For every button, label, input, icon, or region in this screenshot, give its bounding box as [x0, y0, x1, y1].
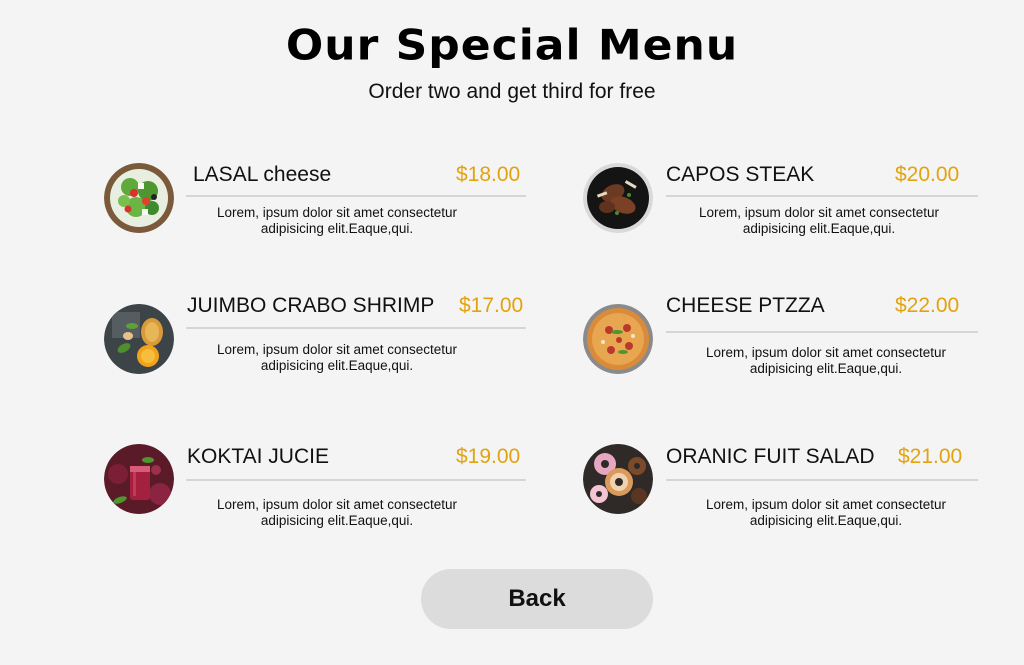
salad-photo — [104, 163, 174, 233]
menu-item-description: Lorem, ipsum dolor sit amet consectetur a… — [216, 205, 458, 236]
menu-item-price: $21.00 — [898, 445, 963, 468]
menu-item-price: $19.00 — [456, 445, 521, 468]
divider — [186, 327, 526, 329]
menu-item-name: LASAL cheese — [193, 163, 332, 186]
menu-page: Our Special Menu Order two and get third… — [0, 0, 1024, 665]
divider — [666, 195, 978, 197]
divider — [666, 331, 978, 333]
menu-item-description: Lorem, ipsum dolor sit amet consectetur a… — [705, 497, 947, 528]
menu-item-price: $22.00 — [895, 294, 960, 317]
pizza-photo — [583, 304, 653, 374]
menu-item-name: CHEESE PTZZA — [666, 294, 825, 317]
divider — [186, 479, 526, 481]
menu-item-description: Lorem, ipsum dolor sit amet consectetur a… — [698, 205, 940, 236]
menu-item-name: JUIMBO CRABO SHRIMP — [187, 294, 435, 317]
shrimp-photo — [104, 304, 174, 374]
steak-photo — [583, 163, 653, 233]
juice-photo — [104, 444, 174, 514]
page-title: Our Special Menu — [285, 21, 739, 70]
donut-photo — [583, 444, 653, 514]
menu-item-price: $20.00 — [895, 163, 960, 186]
back-button[interactable]: Back — [421, 569, 653, 629]
divider — [186, 195, 526, 197]
menu-item-name: KOKTAI JUCIE — [187, 445, 329, 468]
menu-item-price: $17.00 — [459, 294, 524, 317]
menu-item-description: Lorem, ipsum dolor sit amet consectetur a… — [216, 342, 458, 373]
menu-item-description: Lorem, ipsum dolor sit amet consectetur a… — [705, 345, 947, 376]
menu-item-name: CAPOS STEAK — [666, 163, 815, 186]
divider — [666, 479, 978, 481]
menu-item-name: ORANIC FUIT SALAD — [666, 445, 875, 468]
menu-item-description: Lorem, ipsum dolor sit amet consectetur a… — [216, 497, 458, 528]
page-subtitle: Order two and get third for free — [368, 80, 656, 103]
menu-item-price: $18.00 — [456, 163, 521, 186]
